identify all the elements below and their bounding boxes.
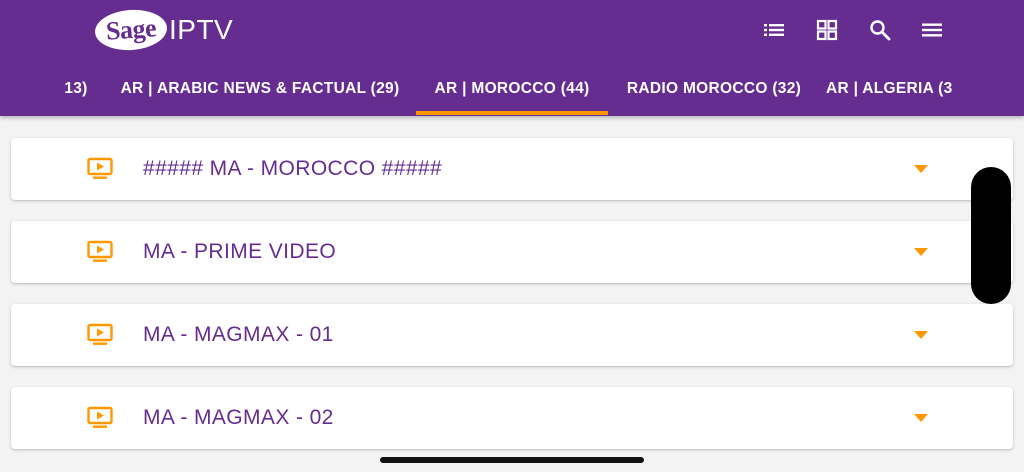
channel-name: ##### MA - MOROCCO ##### — [143, 157, 443, 180]
tv-play-icon — [87, 157, 113, 179]
channel-name: MA - PRIME VIDEO — [143, 240, 337, 263]
tab-ar-morocco[interactable]: AR | MOROCCO (44) — [416, 62, 608, 116]
category-tab-bar: 13) AR | ARABIC NEWS & FACTUAL (29) AR |… — [0, 62, 1024, 116]
selected-tab-indicator — [416, 111, 608, 115]
scrollbar-thumb[interactable] — [971, 167, 1011, 304]
dropdown-arrow-icon[interactable] — [914, 165, 928, 173]
tv-play-icon — [87, 240, 113, 262]
tab-partial-left[interactable]: 13) — [54, 62, 98, 116]
app-bar: Sage IPTV — [0, 0, 1024, 62]
channel-name: MA - MAGMAX - 01 — [143, 323, 334, 346]
channel-row[interactable]: MA - MAGMAX - 01 — [11, 304, 1013, 366]
tv-play-icon — [87, 406, 113, 428]
tab-radio-morocco[interactable]: RADIO MOROCCO (32) — [618, 62, 810, 116]
channel-row[interactable]: MA - MAGMAX - 02 — [11, 387, 1013, 449]
channel-name: MA - MAGMAX - 02 — [143, 406, 334, 429]
dropdown-arrow-icon[interactable] — [914, 331, 928, 339]
logo-text-sage: Sage — [105, 13, 157, 46]
search-button[interactable] — [864, 14, 896, 46]
menu-icon — [922, 23, 942, 37]
tv-play-icon — [87, 323, 113, 345]
menu-button[interactable] — [916, 14, 948, 46]
tab-ar-algeria[interactable]: AR | ALGERIA (3 — [826, 62, 966, 116]
channel-row[interactable]: MA - PRIME VIDEO — [11, 221, 1013, 283]
tab-arabic-news-factual[interactable]: AR | ARABIC NEWS & FACTUAL (29) — [114, 62, 406, 116]
channel-row[interactable]: ##### MA - MOROCCO ##### — [11, 138, 1013, 200]
dropdown-arrow-icon[interactable] — [914, 248, 928, 256]
search-icon — [870, 20, 891, 41]
home-indicator[interactable] — [380, 457, 644, 463]
sage-iptv-logo: Sage IPTV — [93, 7, 234, 53]
list-view-button[interactable] — [758, 14, 790, 46]
grid-view-icon — [816, 19, 838, 41]
list-view-icon — [764, 24, 784, 36]
logo-text-iptv: IPTV — [169, 14, 234, 45]
dropdown-arrow-icon[interactable] — [914, 414, 928, 422]
grid-view-button[interactable] — [811, 14, 843, 46]
logo-oval: Sage — [93, 7, 169, 53]
